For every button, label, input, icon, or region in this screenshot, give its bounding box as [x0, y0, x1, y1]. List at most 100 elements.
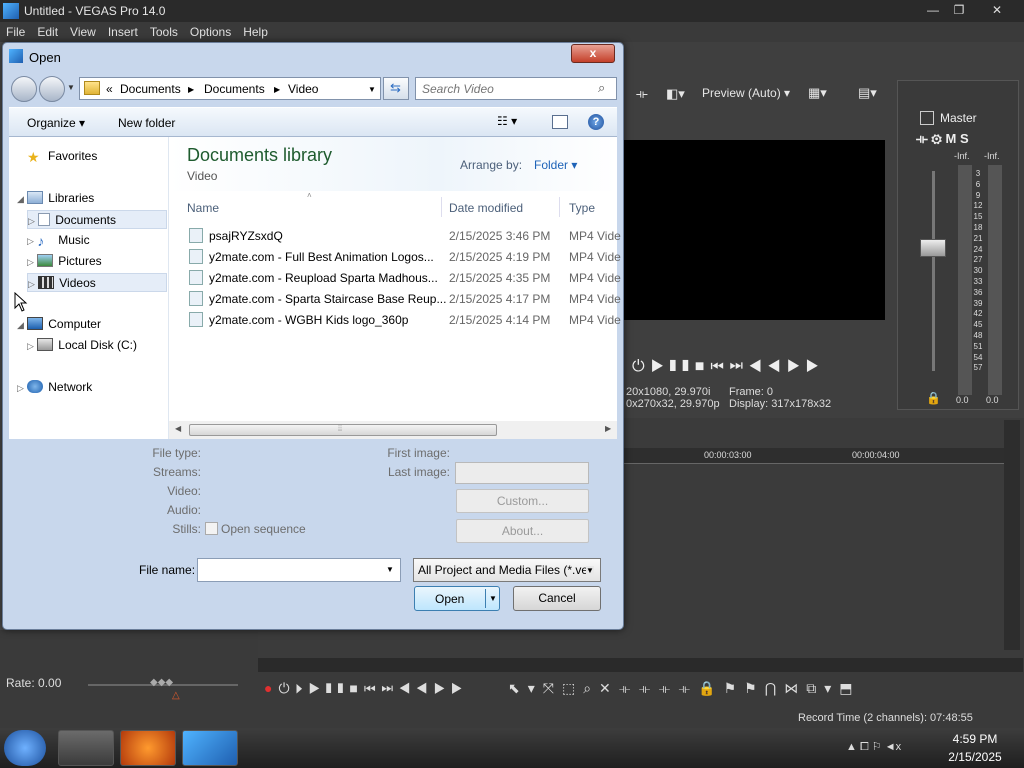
search-box[interactable]: ⌕ — [415, 77, 617, 100]
marker-icon[interactable]: ⚑⚑ — [724, 680, 765, 696]
prev-frame-icon[interactable]: ⏮ — [710, 358, 729, 375]
preview-quality-dropdown[interactable]: Preview (Auto) ▾ — [702, 86, 790, 100]
column-divider[interactable] — [441, 197, 442, 217]
loop-icon[interactable]: ⏻ — [632, 358, 651, 375]
breadcrumb-sep-icon[interactable]: ▶ — [274, 85, 280, 94]
rate-slider-handle[interactable]: ◆◆◆ — [150, 677, 173, 688]
menu-insert[interactable]: Insert — [102, 22, 144, 39]
breadcrumb-sep-icon[interactable]: ▶ — [188, 85, 194, 94]
file-name-dropdown-icon[interactable]: ▼ — [386, 565, 394, 574]
recent-pages-icon[interactable]: ▼ — [67, 83, 75, 92]
column-name[interactable]: Name — [187, 201, 219, 215]
expand-icon[interactable]: ▷ — [27, 341, 34, 351]
forward-button[interactable] — [39, 76, 65, 102]
column-date-modified[interactable]: Date modified — [449, 201, 523, 215]
master-fader-handle[interactable] — [920, 239, 946, 257]
back-button[interactable] — [11, 76, 37, 102]
file-row[interactable]: y2mate.com - Reupload Sparta Madhous... 2… — [187, 267, 621, 288]
expand-icon[interactable]: ▷ — [17, 383, 24, 393]
file-type-dropdown-icon[interactable]: ▼ — [586, 566, 594, 575]
column-divider[interactable] — [559, 197, 560, 217]
nav-libraries[interactable]: ◢ Libraries — [17, 189, 94, 208]
snap-icon[interactable]: ⋂ — [765, 680, 784, 696]
nav-music[interactable]: ▷ ♪ Music — [27, 231, 90, 250]
forward-icon[interactable]: ▶▶ — [787, 358, 825, 375]
organize-menu[interactable]: Organize ▾ — [27, 116, 85, 130]
refresh-button[interactable]: ⇆ — [383, 77, 409, 100]
open-sequence-checkbox[interactable] — [205, 522, 218, 535]
breadcrumb-overflow[interactable]: « — [106, 82, 113, 96]
scrollbar-thumb[interactable]: ⦙⦙ — [189, 423, 497, 436]
file-list-horizontal-scrollbar[interactable]: ◀ ⦙⦙ ▶ — [169, 421, 617, 439]
collapse-icon[interactable]: ◢ — [17, 194, 24, 204]
zoom-tool-icon[interactable]: ⌕ — [583, 680, 599, 696]
menu-options[interactable]: Options — [184, 22, 237, 39]
master-checkbox[interactable] — [920, 111, 934, 125]
scroll-left-icon[interactable]: ◀ — [175, 424, 181, 433]
split-screen-icon[interactable]: ⟛ — [636, 86, 648, 102]
timeline-pause-icon[interactable]: ❚❚ — [326, 680, 350, 696]
lock-event-icon[interactable]: 🔒 — [698, 680, 723, 696]
menu-tools[interactable]: Tools — [144, 22, 184, 39]
nav-favorites[interactable]: ★ Favorites — [27, 147, 97, 166]
timeline-stop-icon[interactable]: ■ — [349, 680, 363, 696]
trim-icon[interactable]: ⟛⟛⟛⟛ — [619, 680, 698, 696]
expand-icon[interactable]: ▷ — [28, 279, 35, 289]
delete-icon[interactable]: ✕ — [599, 680, 619, 696]
preview-pane-icon[interactable] — [552, 115, 568, 129]
envelope-tool-icon[interactable]: ⤧ — [543, 680, 562, 696]
menu-file[interactable]: File — [0, 22, 31, 39]
file-row[interactable]: y2mate.com - Sparta Staircase Base Reup.… — [187, 288, 621, 309]
tray-icons[interactable]: ▲ ⧠ ⚐ ◄x — [846, 740, 901, 754]
new-folder-button[interactable]: New folder — [118, 116, 175, 130]
auto-crossfade-icon[interactable]: ⋈ — [784, 680, 806, 696]
breadcrumb-documents-2[interactable]: Documents — [204, 82, 265, 96]
menu-help[interactable]: Help — [237, 22, 274, 39]
lock-icon[interactable]: 🔒 — [926, 391, 941, 405]
restore-icon[interactable]: ❐ — [946, 0, 972, 20]
close-icon[interactable]: ✕ — [984, 0, 1010, 20]
vegas-taskbar-icon[interactable] — [182, 730, 238, 766]
grid-overlay-icon[interactable]: ▦▾ — [808, 85, 827, 101]
clock-date[interactable]: 2/15/2025 — [944, 750, 1006, 764]
menu-edit[interactable]: Edit — [31, 22, 64, 39]
file-name-input[interactable] — [202, 560, 382, 580]
pause-icon[interactable]: ❚❚ — [669, 358, 694, 375]
address-bar[interactable]: « Documents ▶ Documents ▶ Video ▼ — [79, 77, 381, 100]
file-type-filter-dropdown[interactable]: All Project and Media Files (*.ve ▼ — [413, 558, 601, 582]
lock-envelopes-icon[interactable]: ⬒ — [839, 680, 860, 696]
timeline-play-icon[interactable]: ▶ — [309, 680, 326, 696]
help-icon[interactable]: ? — [588, 114, 604, 130]
column-type[interactable]: Type — [569, 201, 595, 215]
record-icon[interactable]: ● — [264, 680, 278, 696]
next-frame-tl-icon[interactable]: ▶▶ — [434, 680, 468, 696]
clock-time[interactable]: 4:59 PM — [950, 732, 1000, 746]
copy-snapshot-icon[interactable]: ▤▾ — [858, 85, 877, 101]
play-icon[interactable]: ▶ — [651, 358, 670, 375]
breadcrumb-video[interactable]: Video — [288, 82, 318, 96]
nav-computer[interactable]: ◢ Computer — [17, 315, 101, 334]
view-options-icon[interactable]: ☷ ▾ — [497, 114, 517, 128]
expand-icon[interactable]: ▷ — [27, 236, 34, 246]
ripple-icon[interactable]: ⧉▾ — [806, 680, 839, 696]
file-row[interactable]: y2mate.com - Full Best Animation Logos..… — [187, 246, 621, 267]
nav-videos[interactable]: ▷ Videos — [27, 273, 167, 292]
stop-icon[interactable]: ■ — [695, 358, 711, 375]
nav-documents[interactable]: ▷ Documents — [27, 210, 167, 229]
open-options-icon[interactable]: ▼ — [489, 594, 497, 603]
normal-edit-tool-icon[interactable]: ⬉▾ — [508, 680, 543, 696]
firefox-taskbar-icon[interactable] — [120, 730, 176, 766]
go-to-end-icon[interactable]: ⏭ — [382, 680, 400, 696]
nav-pictures[interactable]: ▷ Pictures — [27, 252, 102, 271]
minimize-icon[interactable]: — — [920, 0, 946, 20]
cancel-button[interactable]: Cancel — [513, 586, 601, 611]
collapse-icon[interactable]: ◢ — [17, 320, 24, 330]
file-row[interactable]: y2mate.com - WGBH Kids logo_360p 2/15/202… — [187, 309, 621, 330]
nav-network[interactable]: ▷ Network — [17, 378, 92, 397]
rewind-icon[interactable]: ◀◀ — [749, 358, 787, 375]
timeline-vertical-scrollbar[interactable] — [1004, 420, 1020, 650]
search-icon[interactable]: ⌕ — [598, 80, 605, 96]
explorer-taskbar-icon[interactable] — [58, 730, 114, 766]
breadcrumb-documents-1[interactable]: Documents — [120, 82, 181, 96]
address-dropdown-icon[interactable]: ▼ — [368, 85, 376, 94]
